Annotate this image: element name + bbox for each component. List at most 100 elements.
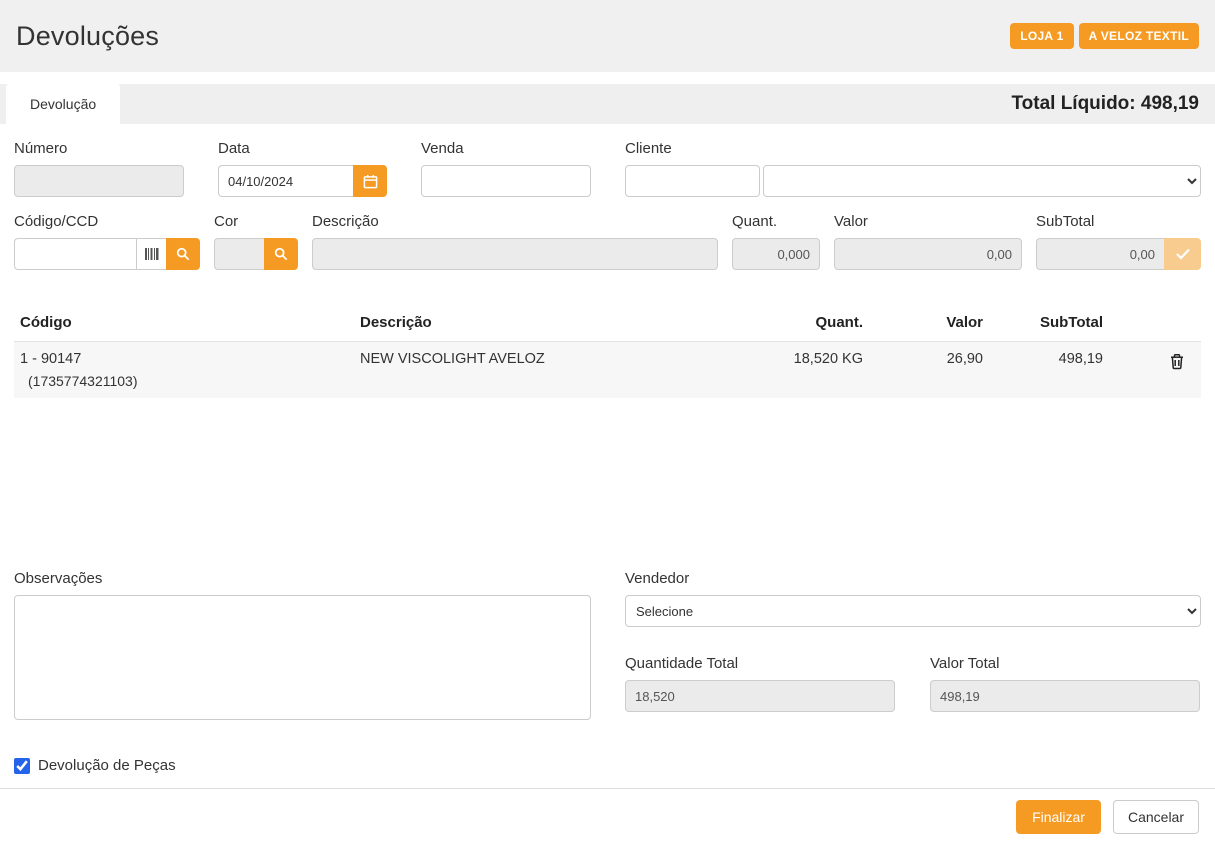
descricao-input xyxy=(312,238,718,270)
quantidade-total-label: Quantidade Total xyxy=(625,655,895,672)
codigo-input[interactable] xyxy=(14,238,136,270)
total-liquido-label: Total Líquido: 498,19 xyxy=(1011,93,1199,115)
footer-actions: Finalizar Cancelar xyxy=(0,788,1215,845)
col-header-descricao: Descrição xyxy=(354,306,754,342)
quantidade-total-input xyxy=(625,680,895,712)
cor-label: Cor xyxy=(214,213,298,230)
cancelar-button[interactable]: Cancelar xyxy=(1113,800,1199,834)
finalizar-button[interactable]: Finalizar xyxy=(1016,800,1101,834)
valor-total-input xyxy=(930,680,1200,712)
data-input-group xyxy=(218,165,387,197)
form-row-item: Código/CCD xyxy=(14,213,1201,270)
items-table: Código Descrição Quant. Valor SubTotal 1… xyxy=(14,306,1201,398)
header-spacer xyxy=(0,72,1215,84)
company-badge[interactable]: A VELOZ TEXTIL xyxy=(1079,23,1199,49)
numero-input xyxy=(14,165,184,197)
codigo-input-group xyxy=(14,238,200,270)
subtotal-input xyxy=(1036,238,1164,270)
cliente-label: Cliente xyxy=(625,140,1201,157)
subtotal-input-group xyxy=(1036,238,1201,270)
valor-field: Valor xyxy=(834,213,1022,270)
data-label: Data xyxy=(218,140,387,157)
cell-actions xyxy=(1109,342,1201,399)
total-liquido: Total Líquido: 498,19 xyxy=(1011,84,1215,124)
item-code-sub: (1735774321103) xyxy=(20,373,348,389)
observacoes-field: Observações xyxy=(14,570,591,725)
form-row-top: Número Data xyxy=(14,140,1201,197)
cell-descricao: NEW VISCOLIGHT AVELOZ xyxy=(354,342,754,399)
cell-valor: 26,90 xyxy=(869,342,989,399)
page-title: Devoluções xyxy=(16,21,159,52)
trash-icon xyxy=(1169,353,1185,370)
tab-devolucao-label: Devolução xyxy=(30,96,96,112)
item-code: 1 - 90147 xyxy=(20,351,81,367)
calendar-icon xyxy=(363,174,378,189)
venda-input[interactable] xyxy=(421,165,591,197)
barcode-icon xyxy=(145,248,159,260)
items-table-header-row: Código Descrição Quant. Valor SubTotal xyxy=(14,306,1201,342)
cliente-field: Cliente xyxy=(625,140,1201,197)
valor-label: Valor xyxy=(834,213,1022,230)
vendedor-totals: Vendedor Selecione Quantidade Total Valo… xyxy=(625,570,1201,725)
cliente-select[interactable] xyxy=(763,165,1201,197)
subtotal-label: SubTotal xyxy=(1036,213,1201,230)
cor-input xyxy=(214,238,264,270)
valor-input xyxy=(834,238,1022,270)
cliente-input-group xyxy=(625,165,1201,197)
devolucao-pecas-checkbox[interactable] xyxy=(14,758,30,774)
return-form: Número Data xyxy=(0,124,1215,788)
quant-label: Quant. xyxy=(732,213,820,230)
codigo-search-button[interactable] xyxy=(166,238,200,270)
col-header-quant: Quant. xyxy=(754,306,869,342)
confirm-item-button[interactable] xyxy=(1164,238,1201,270)
cor-input-group xyxy=(214,238,298,270)
descricao-field: Descrição xyxy=(312,213,718,270)
cell-subtotal: 498,19 xyxy=(989,342,1109,399)
venda-label: Venda xyxy=(421,140,591,157)
cliente-input[interactable] xyxy=(625,165,760,197)
search-icon xyxy=(176,247,190,261)
venda-field: Venda xyxy=(421,140,591,197)
calendar-button[interactable] xyxy=(353,165,387,197)
header-badges: LOJA 1 A VELOZ TEXTIL xyxy=(1010,23,1199,49)
tab-strip: Devolução Total Líquido: 498,19 xyxy=(0,84,1215,124)
subtotal-field: SubTotal xyxy=(1036,213,1201,270)
data-input[interactable] xyxy=(218,165,353,197)
cor-search-button[interactable] xyxy=(264,238,298,270)
totals-row: Quantidade Total Valor Total xyxy=(625,655,1201,712)
quant-field: Quant. xyxy=(732,213,820,270)
descricao-label: Descrição xyxy=(312,213,718,230)
col-header-codigo: Código xyxy=(14,306,354,342)
quant-input xyxy=(732,238,820,270)
devolucoes-page: Devoluções LOJA 1 A VELOZ TEXTIL Devoluç… xyxy=(0,0,1215,845)
devolucao-pecas-label: Devolução de Peças xyxy=(38,757,176,774)
cell-codigo: 1 - 90147 (1735774321103) xyxy=(14,342,354,399)
check-icon xyxy=(1176,248,1190,260)
devolucao-pecas-row[interactable]: Devolução de Peças xyxy=(14,757,176,774)
cor-field: Cor xyxy=(214,213,298,270)
tab-devolucao[interactable]: Devolução xyxy=(6,84,120,124)
numero-field: Número xyxy=(14,140,184,197)
valor-total-field: Valor Total xyxy=(930,655,1200,712)
col-header-subtotal: SubTotal xyxy=(989,306,1109,342)
search-icon xyxy=(274,247,288,261)
numero-label: Número xyxy=(14,140,184,157)
col-header-valor: Valor xyxy=(869,306,989,342)
data-field: Data xyxy=(218,140,387,197)
store-badge[interactable]: LOJA 1 xyxy=(1010,23,1073,49)
delete-item-button[interactable] xyxy=(1167,351,1187,372)
bottom-section: Observações Vendedor Selecione Quantidad… xyxy=(14,570,1201,725)
quantidade-total-field: Quantidade Total xyxy=(625,655,895,712)
col-header-actions xyxy=(1109,306,1201,342)
vendedor-select[interactable]: Selecione xyxy=(625,595,1201,627)
barcode-button[interactable] xyxy=(136,238,166,270)
valor-total-label: Valor Total xyxy=(930,655,1200,672)
observacoes-textarea[interactable] xyxy=(14,595,591,720)
page-header: Devoluções LOJA 1 A VELOZ TEXTIL xyxy=(0,0,1215,72)
codigo-label: Código/CCD xyxy=(14,213,200,230)
table-row: 1 - 90147 (1735774321103) NEW VISCOLIGHT… xyxy=(14,342,1201,399)
cell-quant: 18,520 KG xyxy=(754,342,869,399)
codigo-field: Código/CCD xyxy=(14,213,200,270)
vendedor-label: Vendedor xyxy=(625,570,1201,587)
observacoes-label: Observações xyxy=(14,570,591,587)
